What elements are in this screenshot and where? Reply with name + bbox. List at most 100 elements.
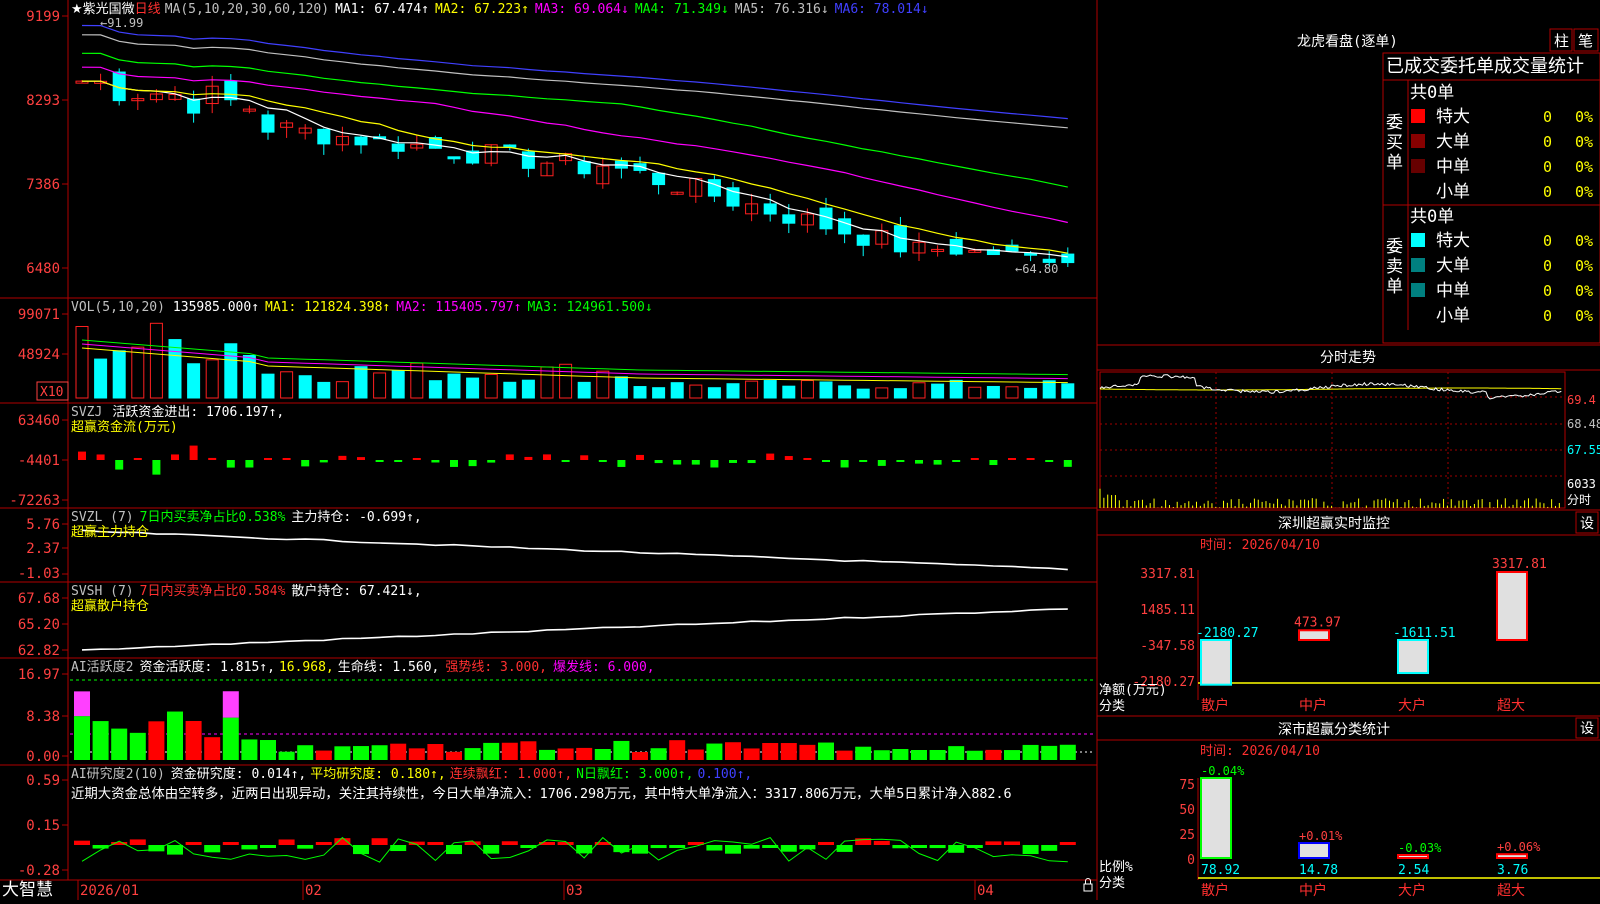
flow-bar (636, 454, 644, 460)
flow-bar (152, 460, 161, 475)
main-y-tick: 6480 (26, 261, 60, 277)
activity-bar (613, 740, 630, 760)
x-axis-label: 04 (977, 883, 994, 899)
sell-order-pct: 0% (1575, 282, 1593, 300)
activity-bar (725, 742, 741, 760)
activity-bar (148, 721, 165, 760)
activity-bar (92, 721, 109, 760)
research-bar (669, 845, 686, 848)
net-flow-label: 3317.81 (1492, 557, 1547, 572)
candle-body (447, 156, 461, 160)
flow-bar (561, 460, 570, 462)
flow-bar (654, 460, 663, 464)
svzl-value: 主力持仓: -0.699↑, (291, 510, 421, 525)
research-bar (204, 845, 221, 853)
stroke-toggle-label: 笔 (1578, 32, 1593, 50)
research-bar (1004, 841, 1020, 845)
research-bar (167, 845, 183, 855)
activity-bar (818, 742, 834, 760)
low-price-label: ←64.80 (1015, 262, 1058, 276)
ratio-bar (1200, 777, 1232, 859)
flow-bar (171, 454, 179, 460)
net-flow-bar (1298, 629, 1330, 641)
buy-order-count: 0 (1543, 133, 1552, 151)
research-bar (129, 839, 146, 845)
svzj-y-tick: -4401 (18, 453, 60, 469)
svzj-value: 活跃资金进出: 1706.197↑, (112, 404, 284, 420)
category-label: 散户 (1201, 697, 1229, 714)
sell-order-swatch (1411, 283, 1425, 297)
volume-bar (187, 363, 201, 399)
category-label: 大户 (1398, 697, 1426, 714)
flow-bar (375, 460, 384, 462)
flow-bar (617, 460, 626, 467)
activity-bar (892, 748, 909, 760)
flow-bar (877, 460, 886, 466)
activity-bar (855, 746, 872, 760)
candle-body (354, 136, 368, 146)
volume-bar (503, 381, 517, 399)
flow-bar (357, 457, 365, 460)
research-bar (278, 839, 295, 845)
volume-bar (466, 377, 480, 399)
buy-order-pct: 0% (1575, 183, 1593, 201)
ma5-value: MA5: 76.316↓ (735, 2, 829, 17)
sell-order-label: 中单 (1436, 281, 1470, 301)
activity-bar (371, 745, 388, 760)
category-label: 中户 (1299, 882, 1327, 899)
ratio-change-label: +0.06% (1497, 840, 1541, 854)
sz-monitor-date: 时间: 2026/04/10 (1200, 538, 1320, 553)
flow-bar (264, 458, 272, 460)
flow-bar (896, 460, 905, 462)
svzl-y-tick: -1.03 (18, 566, 60, 582)
candle-body (782, 214, 796, 224)
sz-category-y-tick: 25 (1179, 828, 1195, 843)
buy-order-label: 特大 (1436, 107, 1470, 127)
ai-active-a: 资金活跃度: 1.815↑, (139, 659, 274, 675)
buy-order-count: 0 (1543, 158, 1552, 176)
research-bar (427, 842, 444, 845)
sz-monitor-settings-label: 设 (1580, 516, 1594, 532)
sz-category-xlabel: 分类 (1099, 876, 1125, 891)
research-bar (650, 845, 667, 849)
dragon-tiger-title: 龙虎看盘(逐单) (1297, 33, 1398, 50)
sz-monitor-y-tick: 3317.81 (1140, 567, 1195, 582)
sz-monitor-y-tick: -347.58 (1140, 639, 1195, 654)
net-flow-label: -1611.51 (1393, 626, 1456, 641)
research-bar (743, 845, 760, 849)
sell-side-label: 单 (1386, 277, 1403, 297)
intraday-y-tick: 67.55 (1567, 443, 1600, 457)
vol-y-tick: 48924 (18, 347, 60, 363)
volume-bar (577, 381, 591, 399)
ai-active-d: 强势线: 3.000, (445, 659, 547, 675)
buy-order-label: 小单 (1436, 182, 1470, 202)
flow-bar (96, 454, 105, 460)
flow-bar (133, 458, 142, 460)
flow-bar (189, 445, 198, 460)
net-flow-label: 473.97 (1294, 615, 1341, 630)
flow-bar (301, 460, 310, 467)
flow-bar (450, 460, 458, 467)
x-axis-label: 2026/01 (80, 883, 139, 899)
research-bar (725, 845, 741, 854)
flow-bar (1045, 460, 1054, 462)
flow-bar (691, 460, 700, 465)
vol-y-tick: 99071 (18, 307, 60, 323)
svzl-y-tick: 2.37 (26, 541, 60, 557)
x-axis-label: 03 (566, 883, 583, 899)
ratio-value-label: 78.92 (1201, 863, 1240, 878)
ai-active-c: 生命线: 1.560, (338, 659, 440, 675)
research-bar (260, 845, 276, 848)
buy-side-label: 买 (1386, 133, 1403, 153)
research-bar (315, 842, 332, 845)
svsh-legend: SVSH (7) 7日内买卖净占比0.584% 散户持仓: 67.421↓, (71, 583, 422, 599)
buy-side-label: 委 (1386, 113, 1403, 133)
svsh-ratio: 7日内买卖净占比0.584% (140, 583, 286, 599)
flow-bar (431, 460, 440, 463)
flow-bar (784, 456, 793, 460)
flow-bar (859, 460, 868, 462)
category-label: 散户 (1201, 882, 1229, 899)
main-y-tick: 8293 (26, 93, 60, 109)
activity-bar (780, 743, 797, 760)
net-flow-bar (1496, 571, 1528, 641)
